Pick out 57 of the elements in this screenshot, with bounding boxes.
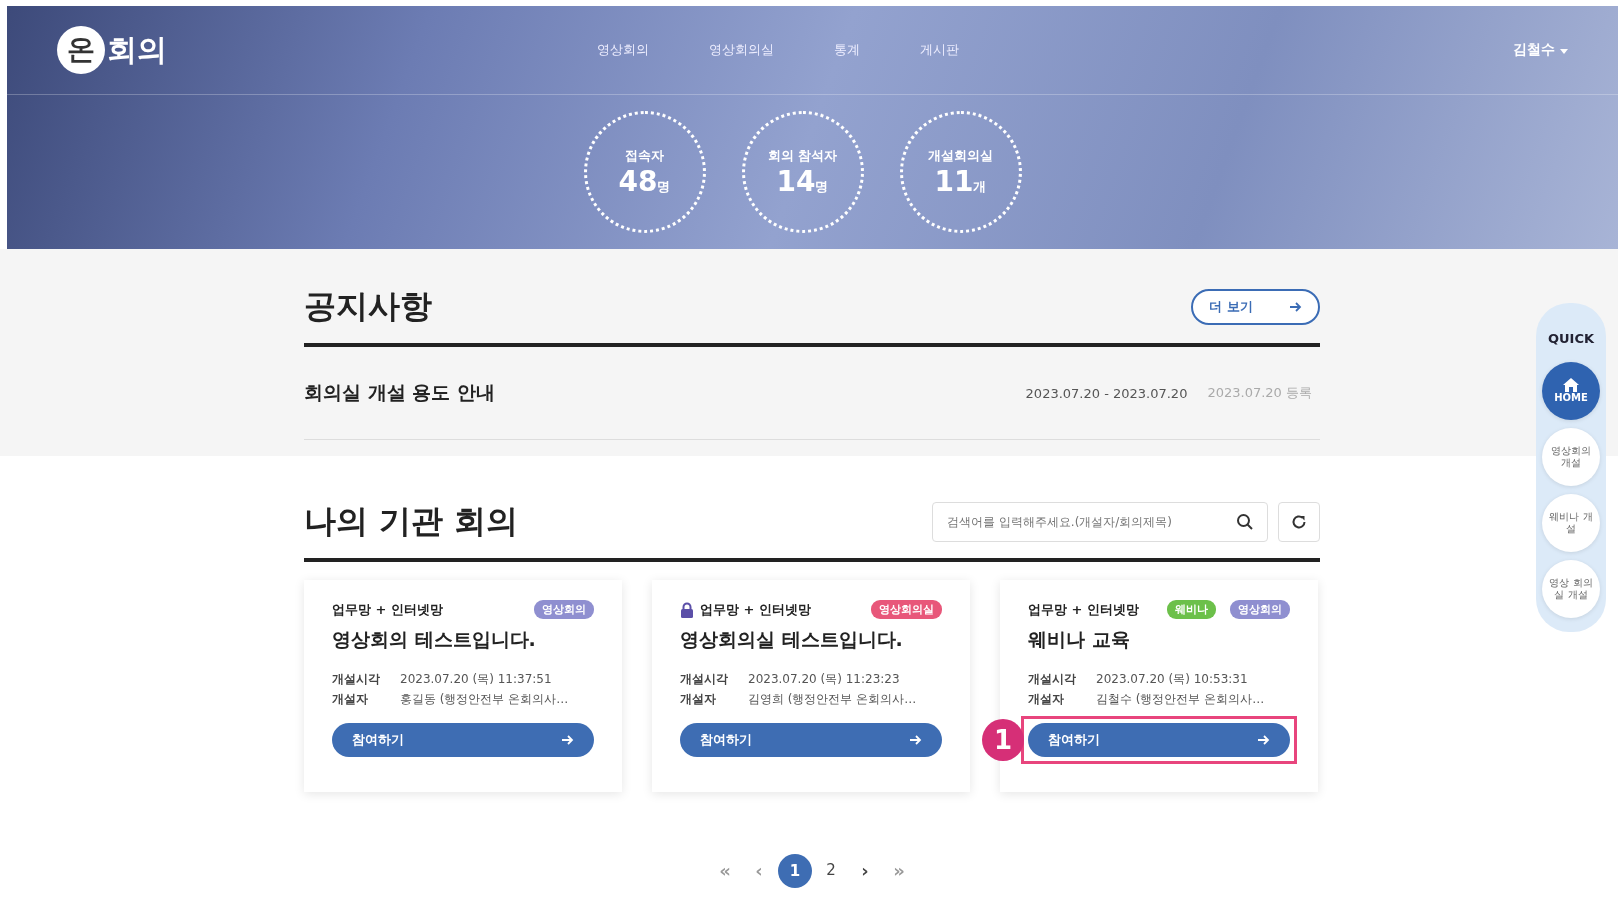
callout-marker: 1 xyxy=(982,719,1024,761)
meta-value: 홍길동 (행정안전부 온회의사… xyxy=(400,691,569,708)
quick-menu-item[interactable]: 영상회의 개설 xyxy=(1542,428,1600,486)
type-badge: 영상회의 xyxy=(1230,600,1290,619)
meeting-title: 웨비나 교육 xyxy=(1028,627,1131,652)
meta-value: 2023.07.20 (목) 10:53:31 xyxy=(1096,671,1248,688)
home-icon xyxy=(1563,378,1579,392)
notice-period: 2023.07.20 - 2023.07.20 xyxy=(1025,385,1188,401)
meta-label: 개설자 xyxy=(332,691,369,708)
page-button[interactable]: 2 xyxy=(816,854,846,886)
arrow-icon xyxy=(1258,735,1270,745)
logo-text[interactable]: 회의 xyxy=(107,29,167,71)
meta-label: 개설시각 xyxy=(1028,671,1077,688)
quick-menu-item[interactable]: HOME xyxy=(1542,362,1600,420)
more-button[interactable]: 더 보기 xyxy=(1191,289,1320,325)
section-title: 나의 기관 회의 xyxy=(304,501,519,542)
meeting-title: 영상회의 테스트입니다. xyxy=(332,627,537,652)
stat-circle: 개설회의실 11개 xyxy=(899,111,1022,233)
meta-label: 개설자 xyxy=(680,691,717,708)
join-button[interactable]: 참여하기 xyxy=(1028,723,1290,757)
type-badge: 영상회의실 xyxy=(871,600,942,619)
arrow-icon xyxy=(910,735,922,745)
nav-link[interactable]: 영상회의 xyxy=(597,41,649,59)
search-field[interactable]: 검색어를 입력해주세요.(개설자/회의제목) xyxy=(932,502,1268,542)
notice-date: 2023.07.20 등록 xyxy=(1207,384,1312,402)
join-button[interactable]: 참여하기 xyxy=(680,723,942,757)
quick-menu-item[interactable]: 영상 회의실 개설 xyxy=(1542,560,1600,618)
section-title: 공지사항 xyxy=(304,286,432,327)
join-button[interactable]: 참여하기 xyxy=(332,723,594,757)
page-button[interactable]: › xyxy=(850,854,880,886)
meta-value: 2023.07.20 (목) 11:23:23 xyxy=(748,671,900,688)
logo-mark[interactable]: 온 xyxy=(57,26,105,74)
meta-value: 2023.07.20 (목) 11:37:51 xyxy=(400,671,552,688)
meta-value: 김철수 (행정안전부 온회의사… xyxy=(1096,691,1265,708)
refresh-icon xyxy=(1290,513,1308,531)
meta-label: 개설시각 xyxy=(680,671,729,688)
refresh-button[interactable] xyxy=(1278,502,1320,542)
network-label: 업무망 + 인터넷망 xyxy=(332,600,443,619)
notice-title[interactable]: 회의실 개설 용도 안내 xyxy=(304,380,1006,406)
meta-label: 개설자 xyxy=(1028,691,1065,708)
network-label: 업무망 + 인터넷망 xyxy=(700,600,811,619)
type-badge: 영상회의 xyxy=(534,600,594,619)
network-label: 업무망 + 인터넷망 xyxy=(1028,600,1139,619)
meta-label: 개설시각 xyxy=(332,671,381,688)
arrow-icon xyxy=(562,735,574,745)
type-badge: 웨비나 xyxy=(1167,600,1216,619)
stat-circle: 접속자 48명 xyxy=(583,111,706,233)
stat-circle: 회의 참석자 14명 xyxy=(741,111,864,233)
quick-title: QUICK xyxy=(1547,331,1595,346)
caret-icon xyxy=(1560,49,1568,54)
quick-menu-item[interactable]: 웨비나 개설 xyxy=(1542,494,1600,552)
meeting-title: 영상회의실 테스트입니다. xyxy=(680,627,904,652)
search-icon[interactable] xyxy=(1236,513,1254,531)
lock-icon xyxy=(680,601,694,618)
arrow-icon xyxy=(1290,302,1302,312)
meta-value: 김영희 (행정안전부 온회의사… xyxy=(748,691,917,708)
page-button[interactable]: 1 xyxy=(778,854,812,888)
